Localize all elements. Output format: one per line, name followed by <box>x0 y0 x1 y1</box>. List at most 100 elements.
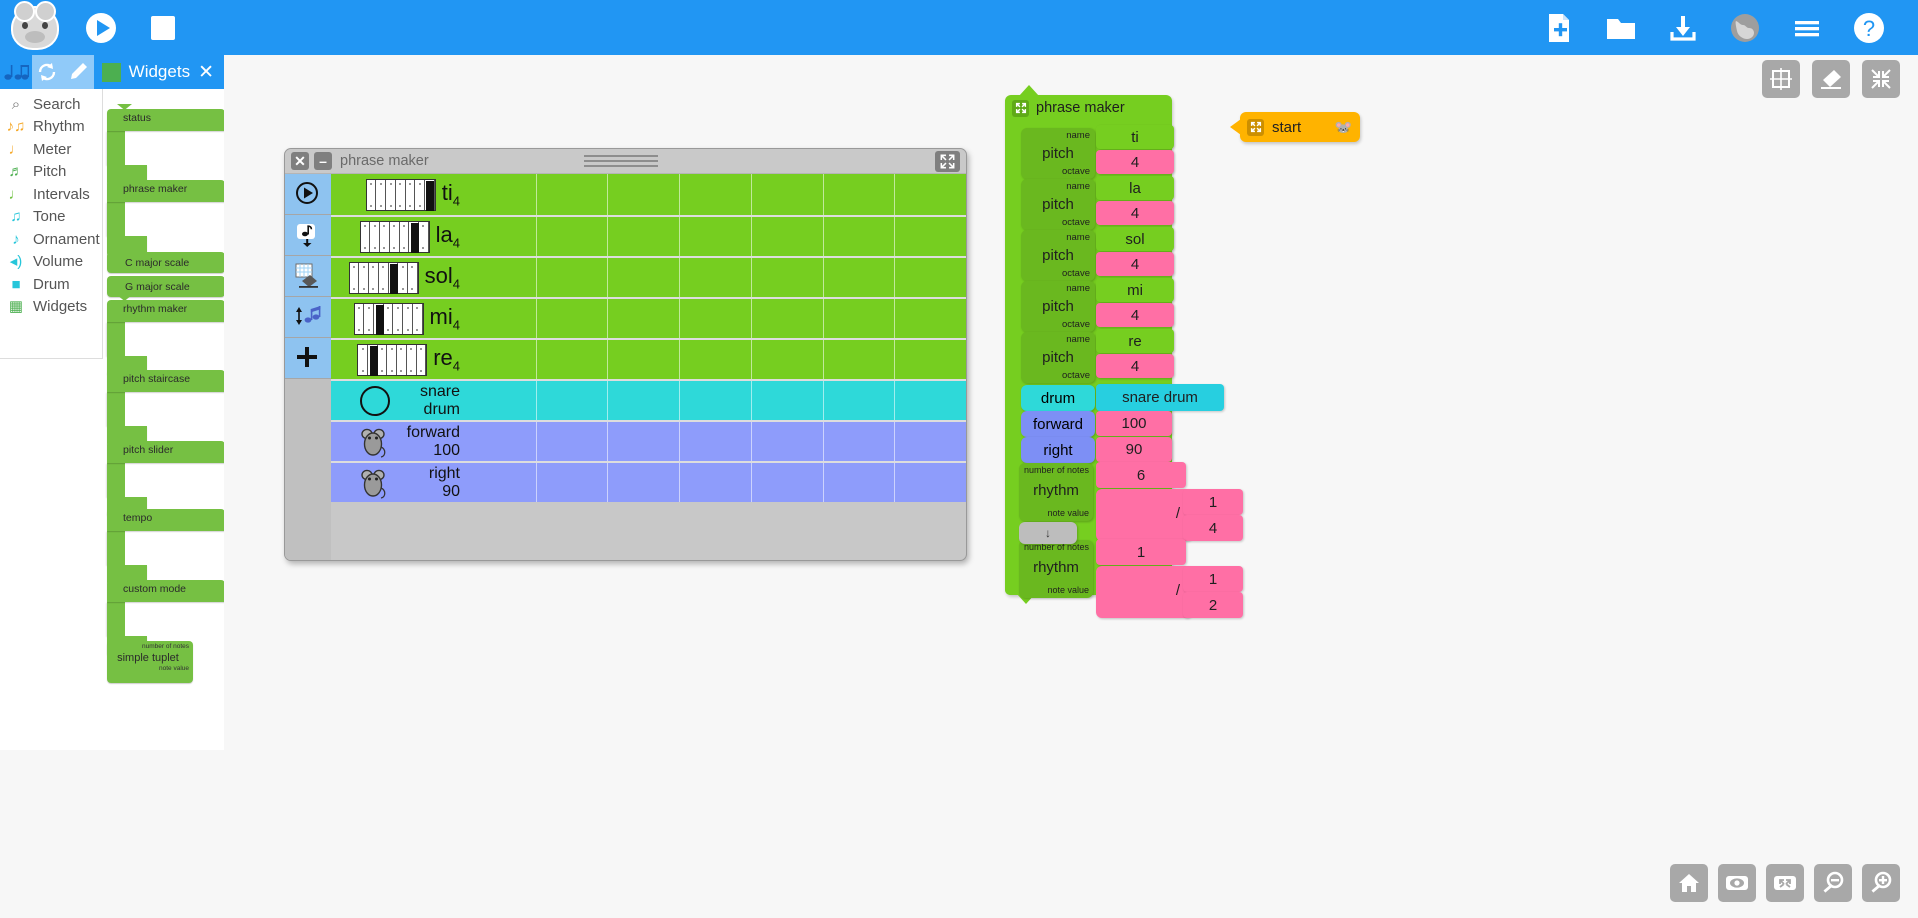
matrix-cell[interactable] <box>680 463 752 502</box>
matrix-cell[interactable] <box>536 299 609 338</box>
matrix-cell[interactable] <box>895 381 966 420</box>
drum-block[interactable]: drum <box>1021 385 1095 411</box>
tab-rhythm-notes[interactable] <box>0 55 33 89</box>
matrix-cell[interactable] <box>680 299 752 338</box>
matrix-cell[interactable] <box>824 381 896 420</box>
palette-item-intervals[interactable]: ♩ Intervals <box>0 183 102 206</box>
widget-maximize-button[interactable] <box>935 150 960 172</box>
palette-item-rhythm[interactable]: ♪♫ Rhythm <box>0 116 102 139</box>
piano-icon[interactable] <box>353 302 424 335</box>
matrix-cell[interactable] <box>895 217 966 256</box>
clear-tool[interactable] <box>285 256 331 297</box>
matrix-cell[interactable] <box>824 422 896 461</box>
palette-item-tone[interactable]: ♫ Tone <box>0 206 102 229</box>
menu-button[interactable] <box>1776 0 1838 55</box>
planet-button[interactable] <box>1714 0 1776 55</box>
matrix-cell[interactable] <box>751 340 824 379</box>
drum-circle-icon[interactable] <box>360 385 390 416</box>
pitch-octave-value[interactable]: 4 <box>1096 150 1174 174</box>
pitch-block[interactable]: name pitch octave <box>1021 332 1095 383</box>
palette-item-ornament[interactable]: ♪ Ornament <box>0 228 102 251</box>
palette-item-search[interactable]: ⌕ Search <box>0 93 102 116</box>
piano-icon[interactable] <box>357 343 428 376</box>
palette-item-meter[interactable]: ♩ Meter <box>0 138 102 161</box>
home-button[interactable] <box>1670 864 1708 902</box>
matrix-cell[interactable] <box>465 299 537 338</box>
matrix-cell[interactable] <box>608 217 681 256</box>
matrix-cell[interactable] <box>751 299 824 338</box>
collapse-button[interactable] <box>1862 60 1900 98</box>
matrix-cell[interactable] <box>536 174 609 215</box>
palette-block-G-major-scale[interactable]: G major scale <box>107 276 224 297</box>
matrix-cell[interactable] <box>823 340 896 379</box>
rhythm-block[interactable]: number of notes rhythm note value <box>1019 540 1093 598</box>
matrix-cell[interactable] <box>608 174 681 215</box>
matrix-cell[interactable] <box>608 381 681 420</box>
denominator-value[interactable]: 4 <box>1183 515 1243 541</box>
matrix-cell[interactable] <box>680 258 752 297</box>
phrase-maker-expander-icon[interactable] <box>1012 99 1029 117</box>
matrix-cell[interactable] <box>537 463 609 502</box>
zoom-out-button[interactable] <box>1814 864 1852 902</box>
piano-icon[interactable] <box>348 261 419 294</box>
matrix-cell[interactable] <box>465 258 537 297</box>
palette-block-status[interactable]: status <box>107 104 224 185</box>
matrix-cell[interactable] <box>823 174 896 215</box>
pitch-block[interactable]: name pitch octave <box>1021 230 1095 281</box>
division-block[interactable]: / <box>1096 566 1192 618</box>
matrix-cell[interactable] <box>608 299 681 338</box>
help-button[interactable]: ? <box>1838 0 1900 55</box>
piano-icon[interactable] <box>359 220 430 253</box>
matrix-cell[interactable] <box>537 422 609 461</box>
matrix-cell[interactable] <box>680 340 752 379</box>
rhythm-block[interactable]: number of notes rhythm note value <box>1019 463 1093 521</box>
matrix-cell[interactable] <box>752 381 824 420</box>
matrix-cell[interactable] <box>465 463 537 502</box>
widget-drag-handle[interactable] <box>583 155 658 167</box>
numerator-value[interactable]: 1 <box>1183 489 1243 515</box>
rhythm-count-value[interactable]: 6 <box>1096 462 1186 488</box>
pitch-name-value[interactable]: ti <box>1096 125 1174 149</box>
rhythm-count-value[interactable]: 1 <box>1096 539 1186 565</box>
matrix-cell[interactable] <box>608 258 681 297</box>
matrix-cell[interactable] <box>608 340 681 379</box>
matrix-cell[interactable] <box>680 381 752 420</box>
play-button[interactable] <box>70 0 132 55</box>
pitch-block[interactable]: name pitch octave <box>1021 128 1095 179</box>
show-hide-blocks-button[interactable] <box>1718 864 1756 902</box>
turtle-block[interactable]: right <box>1021 437 1095 463</box>
grid-button[interactable] <box>1762 60 1800 98</box>
export-tool[interactable] <box>285 215 331 256</box>
palette-item-widgets[interactable]: ▦ Widgets <box>0 296 102 319</box>
palette-block-C-major-scale[interactable]: C major scale <box>107 252 224 273</box>
palette-block-rhythm-maker[interactable]: rhythm maker <box>107 295 224 376</box>
palette-block-pitch-staircase[interactable]: pitch staircase <box>107 365 224 446</box>
matrix-cell[interactable] <box>824 463 896 502</box>
pitch-octave-value[interactable]: 4 <box>1096 303 1174 327</box>
open-project-button[interactable] <box>1590 0 1652 55</box>
eraser-button[interactable] <box>1812 60 1850 98</box>
tab-widgets[interactable]: Widgets ✕ <box>93 55 224 89</box>
widget-minimize-button[interactable]: – <box>314 152 332 170</box>
pitch-octave-value[interactable]: 4 <box>1096 201 1174 225</box>
new-project-button[interactable] <box>1528 0 1590 55</box>
matrix-cell[interactable] <box>465 381 537 420</box>
matrix-cell[interactable] <box>608 463 681 502</box>
matrix-cell[interactable] <box>536 340 609 379</box>
matrix-cell[interactable] <box>895 174 966 215</box>
start-expander-icon[interactable] <box>1247 118 1264 136</box>
pitch-name-value[interactable]: sol <box>1096 227 1174 251</box>
matrix-cell[interactable] <box>536 217 609 256</box>
turtle-value[interactable]: 90 <box>1096 437 1172 462</box>
division-block[interactable]: / <box>1096 489 1192 541</box>
pitch-block[interactable]: name pitch octave <box>1021 179 1095 230</box>
matrix-cell[interactable] <box>895 258 966 297</box>
matrix-cell[interactable] <box>895 340 966 379</box>
matrix-cell[interactable] <box>752 422 824 461</box>
start-block[interactable]: start 🐭 <box>1240 112 1360 142</box>
matrix-cell[interactable] <box>680 422 752 461</box>
drum-value[interactable]: snare drum <box>1096 384 1224 411</box>
pitch-name-value[interactable]: re <box>1096 329 1174 353</box>
matrix-cell[interactable] <box>895 422 966 461</box>
play-tool[interactable] <box>285 174 331 215</box>
